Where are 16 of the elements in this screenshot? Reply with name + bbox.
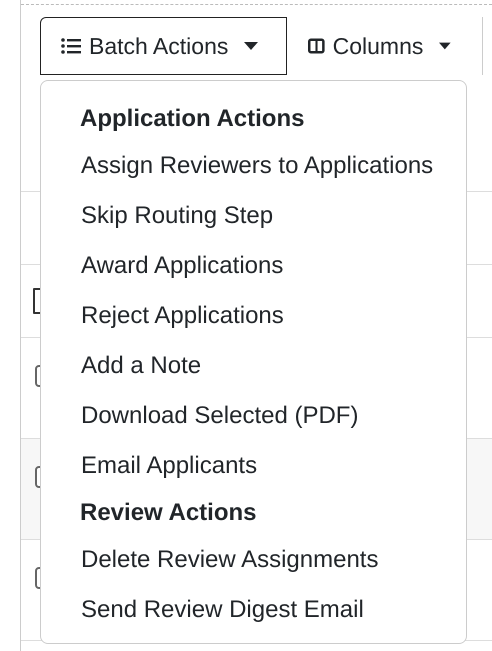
menu-item[interactable]: Assign Reviewers to Applications [41, 147, 466, 197]
caret-icon [439, 42, 451, 50]
list-icon [61, 38, 81, 54]
caret-icon [244, 42, 258, 50]
menu-item[interactable]: Email Applicants [41, 447, 466, 497]
menu-item[interactable]: Download Selected (PDF) [41, 397, 466, 447]
menu-item[interactable]: Skip Routing Step [41, 197, 466, 247]
menu-item[interactable]: Delete Review Assignments [41, 541, 466, 591]
menu-item[interactable]: Add a Note [41, 347, 466, 397]
dropdown-button[interactable]: Batch Actions [40, 17, 287, 75]
menu-item[interactable]: Send Review Digest Email [41, 591, 466, 641]
menu-section-header: Review Actions [79, 498, 258, 528]
columns-icon [308, 37, 325, 55]
menu-item[interactable]: Award Applications [41, 247, 466, 297]
menu-section-header: Application Actions [79, 104, 306, 134]
menu-item[interactable]: Reject Applications [41, 297, 466, 347]
